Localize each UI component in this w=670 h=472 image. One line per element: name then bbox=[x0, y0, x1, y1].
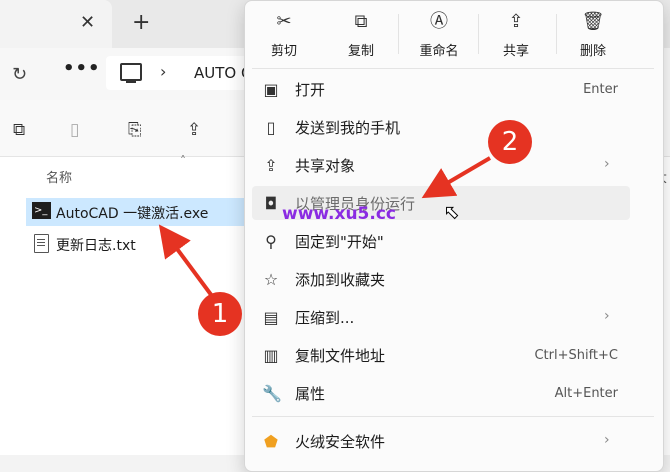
annotation-arrows bbox=[158, 156, 492, 298]
annotation-arrow-2 bbox=[421, 156, 492, 199]
annotation-badge-1: 1 bbox=[198, 292, 242, 336]
annotation-badge-2: 2 bbox=[488, 120, 532, 164]
annotation-arrow-1 bbox=[158, 224, 214, 298]
